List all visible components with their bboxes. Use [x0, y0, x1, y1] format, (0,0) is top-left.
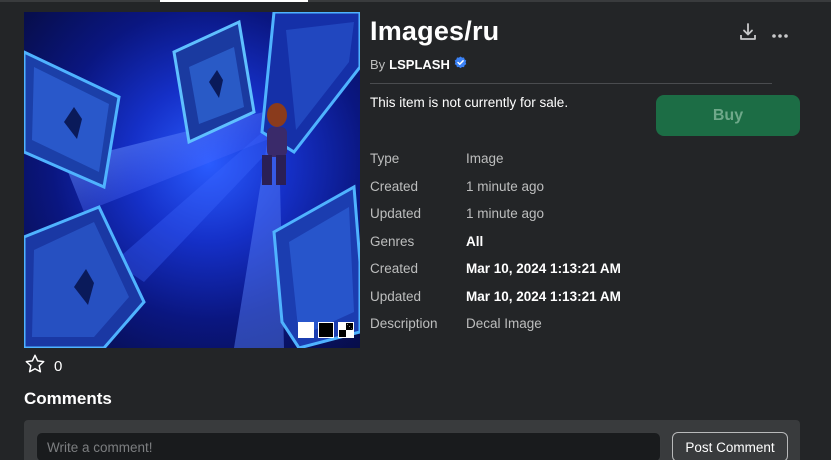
property-label: Updated: [370, 206, 422, 222]
sale-status: This item is not currently for sale.: [370, 95, 569, 110]
buy-button[interactable]: Buy: [656, 95, 800, 136]
property-value: Mar 10, 2024 1:13:21 AM: [466, 288, 621, 304]
verified-badge-icon: [454, 56, 467, 72]
property-row-type: Type Image: [370, 145, 621, 173]
property-value: Decal Image: [466, 316, 542, 332]
property-value: Image: [466, 151, 504, 167]
property-row-created-date: Created Mar 10, 2024 1:13:21 AM: [370, 255, 621, 283]
transparent-background-toggle[interactable]: [338, 322, 354, 338]
property-label: Genres: [370, 233, 415, 249]
comments-heading: Comments: [24, 389, 112, 408]
background-toggles: [298, 322, 354, 338]
post-comment-button[interactable]: Post Comment: [672, 432, 788, 460]
item-title: Images/ru: [370, 16, 500, 46]
creator-line: By LSPLASH: [370, 56, 467, 72]
comment-composer: Post Comment: [24, 420, 800, 460]
property-row-updated-date: Updated Mar 10, 2024 1:13:21 AM: [370, 283, 621, 311]
top-rule: [0, 0, 831, 2]
star-icon[interactable]: [24, 353, 46, 380]
more-options-icon[interactable]: [772, 26, 788, 44]
property-row-genres: Genres All: [370, 228, 621, 256]
property-value: All: [466, 233, 484, 249]
property-value: 1 minute ago: [466, 178, 545, 194]
property-label: Created: [370, 261, 419, 277]
property-row-description: Description Decal Image: [370, 310, 621, 338]
property-row-created: Created 1 minute ago: [370, 173, 621, 201]
download-icon[interactable]: [738, 22, 758, 47]
property-label: Type: [370, 151, 400, 167]
thumbnail-artwork: [24, 12, 360, 348]
favorite-count: 0: [54, 358, 63, 375]
creator-link[interactable]: LSPLASH: [389, 57, 450, 72]
item-properties: Type Image Created 1 minute ago Updated …: [370, 145, 621, 338]
property-label: Description: [370, 316, 438, 332]
by-label: By: [370, 56, 386, 72]
header-divider: [370, 83, 772, 84]
item-thumbnail: [24, 12, 360, 348]
header-actions: [738, 22, 788, 47]
property-value: 1 minute ago: [466, 206, 545, 222]
property-row-updated: Updated 1 minute ago: [370, 200, 621, 228]
black-background-toggle[interactable]: [318, 322, 334, 338]
property-value: Mar 10, 2024 1:13:21 AM: [466, 261, 621, 277]
favorite-control[interactable]: 0: [24, 353, 62, 380]
property-label: Created: [370, 178, 419, 194]
property-label: Updated: [370, 288, 422, 304]
comment-input[interactable]: [36, 432, 661, 460]
white-background-toggle[interactable]: [298, 322, 314, 338]
active-tab-indicator: [160, 0, 308, 2]
